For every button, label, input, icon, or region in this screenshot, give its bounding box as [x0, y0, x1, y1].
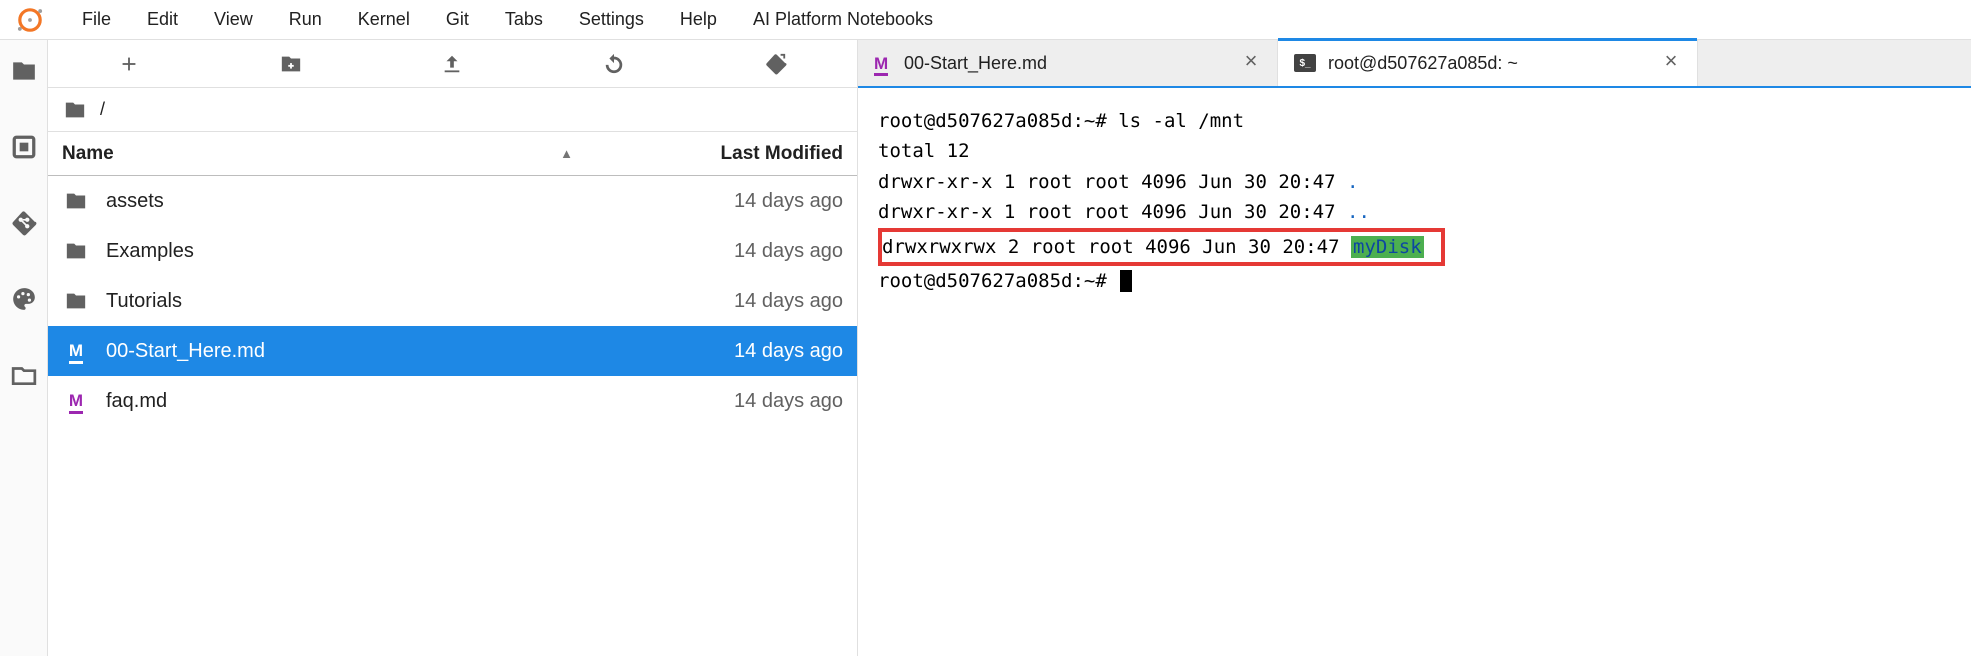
menu-edit[interactable]: Edit — [147, 9, 178, 30]
new-folder-icon[interactable] — [280, 53, 302, 75]
terminal-line: total 12 — [878, 140, 970, 162]
terminal-icon: $_ — [1294, 54, 1316, 72]
terminal-line: drwxr-xr-x 1 root root 4096 Jun 30 20:47 — [878, 171, 1347, 193]
tab-title: root@d507627a085d: ~ — [1328, 53, 1649, 74]
terminal-dir-parent: .. — [1347, 201, 1370, 223]
header-modified[interactable]: Last Modified — [613, 143, 843, 165]
file-row-tutorials[interactable]: Tutorials14 days ago — [48, 276, 857, 326]
new-launcher-icon[interactable] — [118, 53, 140, 75]
terminal-command: ls -al /mnt — [1118, 110, 1244, 132]
markdown-icon: M — [62, 389, 90, 413]
folder-icon — [62, 189, 90, 213]
terminal-prompt: root@d507627a085d:~# — [878, 270, 1118, 292]
tab-bar: M 00-Start_Here.md × $_ root@d507627a085d: ~… — [858, 40, 1971, 88]
menu-tabs[interactable]: Tabs — [505, 9, 543, 30]
terminal-line: drwxr-xr-x 1 root root 4096 Jun 30 20:47 — [878, 201, 1347, 223]
menu-bar: File Edit View Run Kernel Git Tabs Settings Help… — [0, 0, 1971, 40]
work-area: M 00-Start_Here.md × $_ root@d507627a085d: ~… — [858, 40, 1971, 656]
markdown-icon: M — [874, 53, 892, 74]
file-modified: 14 days ago — [613, 290, 843, 313]
file-name: faq.md — [106, 390, 613, 413]
menu-settings[interactable]: Settings — [579, 9, 644, 30]
jupyter-logo — [16, 6, 44, 34]
file-modified: 14 days ago — [613, 340, 843, 363]
left-activity-bar — [0, 40, 48, 656]
file-browser-toolbar — [48, 40, 857, 88]
menu-file[interactable]: File — [82, 9, 111, 30]
upload-icon[interactable] — [441, 53, 463, 75]
palette-tab-icon[interactable] — [11, 286, 37, 312]
tab-00-start-here-md[interactable]: M 00-Start_Here.md × — [858, 40, 1278, 86]
folder-icon — [62, 289, 90, 313]
file-modified: 14 days ago — [613, 190, 843, 213]
folder-tab-icon[interactable] — [11, 58, 37, 84]
git-tab-icon[interactable] — [11, 210, 37, 236]
terminal-line: drwxrwxrwx 2 root root 4096 Jun 30 20:47 — [882, 236, 1351, 258]
terminal-dir-mydisk: myDisk — [1351, 236, 1424, 258]
header-name[interactable]: Name — [62, 143, 114, 165]
terminal-dir-current: . — [1347, 171, 1358, 193]
refresh-icon[interactable] — [603, 53, 625, 75]
menu-run[interactable]: Run — [289, 9, 322, 30]
file-modified: 14 days ago — [613, 240, 843, 263]
highlighted-output-row: drwxrwxrwx 2 root root 4096 Jun 30 20:47… — [878, 228, 1445, 266]
file-browser: / Name ▲ Last Modified assets14 days ago… — [48, 40, 858, 656]
menu-ai-platform-notebooks[interactable]: AI Platform Notebooks — [753, 9, 933, 30]
menu-view[interactable]: View — [214, 9, 253, 30]
markdown-icon: M — [62, 339, 90, 363]
terminal-prompt: root@d507627a085d:~# — [878, 110, 1118, 132]
terminal-cursor — [1120, 270, 1132, 292]
breadcrumb[interactable]: / — [48, 88, 857, 132]
tab-root-d507627a085d-[interactable]: $_ root@d507627a085d: ~ × — [1278, 40, 1698, 86]
tabs-tab-icon[interactable] — [11, 362, 37, 388]
file-row-assets[interactable]: assets14 days ago — [48, 176, 857, 226]
file-name: Tutorials — [106, 290, 613, 313]
close-icon[interactable]: × — [1661, 53, 1681, 73]
close-icon[interactable]: × — [1241, 53, 1261, 73]
tab-title: 00-Start_Here.md — [904, 53, 1229, 74]
running-tab-icon[interactable] — [11, 134, 37, 160]
menu-help[interactable]: Help — [680, 9, 717, 30]
menu-kernel[interactable]: Kernel — [358, 9, 410, 30]
file-name: assets — [106, 190, 613, 213]
git-clone-icon[interactable] — [765, 53, 787, 75]
folder-icon — [62, 239, 90, 263]
file-list-header: Name ▲ Last Modified — [48, 132, 857, 176]
file-row-faq-md[interactable]: Mfaq.md14 days ago — [48, 376, 857, 426]
terminal-output[interactable]: root@d507627a085d:~# ls -al /mnt total 1… — [858, 88, 1971, 656]
folder-icon — [62, 99, 88, 121]
file-row-examples[interactable]: Examples14 days ago — [48, 226, 857, 276]
file-row-00-start-here-md[interactable]: M 00-Start_Here.md14 days ago — [48, 326, 857, 376]
breadcrumb-path: / — [100, 99, 105, 120]
file-modified: 14 days ago — [613, 390, 843, 413]
sort-ascending-icon[interactable]: ▲ — [560, 146, 573, 161]
menu-git[interactable]: Git — [446, 9, 469, 30]
file-name: 00-Start_Here.md — [106, 340, 613, 363]
file-name: Examples — [106, 240, 613, 263]
